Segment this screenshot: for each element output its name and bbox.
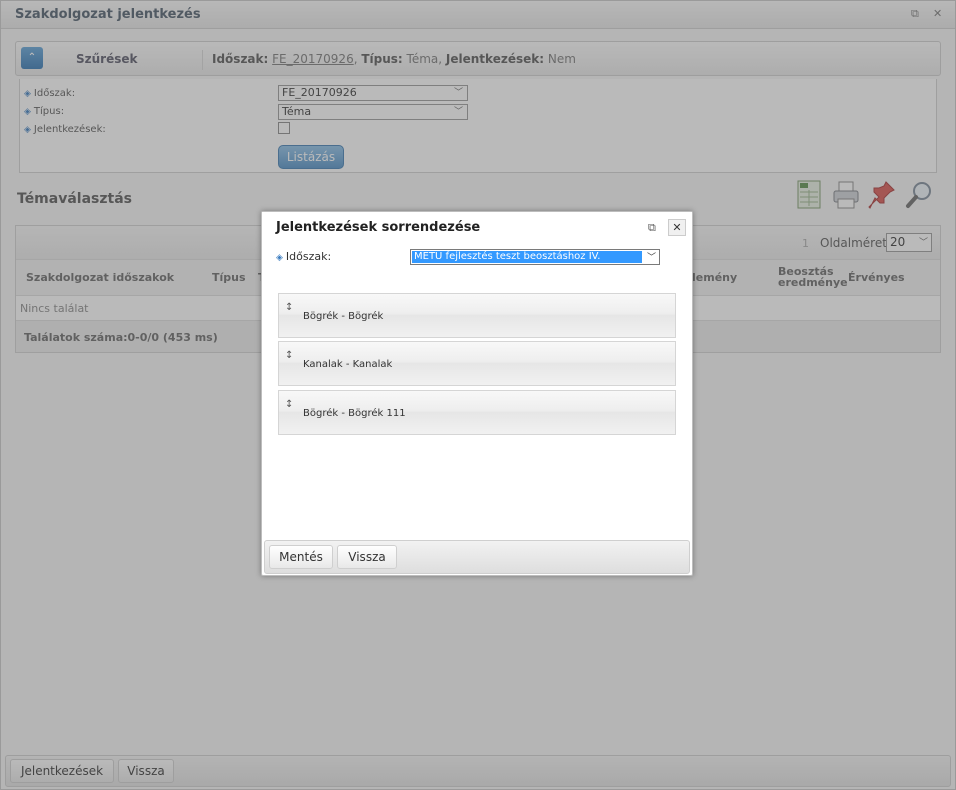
sortable-item[interactable]: ↕ Bögrék - Bögrék — [278, 293, 676, 338]
popout-icon[interactable]: ⧉ — [648, 221, 656, 235]
sortable-item-label: Kanalak - Kanalak — [303, 359, 393, 370]
chevron-down-icon: ﹀ — [646, 253, 656, 263]
drag-handle-icon[interactable]: ↕ — [285, 350, 293, 361]
drag-handle-icon[interactable]: ↕ — [285, 399, 293, 410]
close-icon[interactable]: ✕ — [668, 219, 686, 236]
drag-handle-icon[interactable]: ↕ — [285, 302, 293, 313]
dialog-footer: Mentés Vissza — [264, 540, 690, 574]
sortable-item-label: Bögrék - Bögrék — [303, 311, 384, 322]
save-button[interactable]: Mentés — [269, 545, 333, 569]
sortable-item[interactable]: ↕ Bögrék - Bögrék 111 — [278, 390, 676, 435]
dialog-header: Jelentkezések sorrendezése ⧉ ✕ — [262, 212, 692, 242]
sort-applications-dialog: Jelentkezések sorrendezése ⧉ ✕ ◈ Időszak:… — [261, 211, 693, 576]
dialog-back-button[interactable]: Vissza — [337, 545, 397, 569]
dialog-period-label: ◈ Időszak: — [276, 250, 332, 263]
dialog-period-select[interactable]: METU fejlesztés teszt beosztáshoz IV. ﹀ — [410, 249, 660, 265]
dialog-title: Jelentkezések sorrendezése — [276, 220, 481, 235]
sortable-item[interactable]: ↕ Kanalak - Kanalak — [278, 341, 676, 386]
sortable-item-label: Bögrék - Bögrék 111 — [303, 408, 406, 419]
